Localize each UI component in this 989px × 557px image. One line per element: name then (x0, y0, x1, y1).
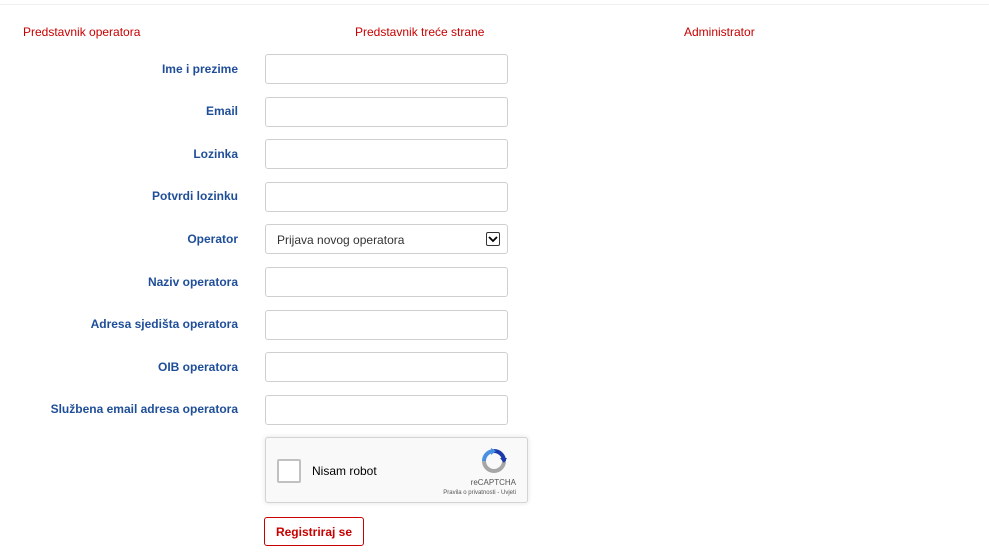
operator-email-input[interactable] (265, 395, 508, 425)
operator-email-label: Službena email adresa operatora (50, 402, 238, 416)
recaptcha-brand: reCAPTCHA (470, 478, 516, 487)
email-label: Email (205, 104, 238, 118)
operator-name-input[interactable] (265, 267, 508, 297)
operator-oib-label: OIB operatora (157, 360, 238, 374)
operator-name-label: Naziv operatora (147, 275, 238, 289)
tab-operator-representative[interactable]: Predstavnik operatora (23, 25, 140, 39)
operator-oib-input[interactable] (265, 352, 508, 382)
recaptcha-terms: Pravila o privatnosti - Uvjeti (443, 490, 516, 496)
operator-address-label: Adresa sjedišta operatora (90, 317, 238, 331)
operator-select[interactable]: Prijava novog operatora (265, 224, 508, 254)
confirm-password-label: Potvrdi lozinku (151, 189, 238, 203)
password-label: Lozinka (193, 147, 238, 161)
operator-address-input[interactable] (265, 310, 508, 340)
operator-select-value: Prijava novog operatora (277, 233, 405, 247)
chevron-down-icon (486, 232, 500, 246)
recaptcha-widget: Nisam robot reCAPTCHA Pravila o privatno… (265, 437, 528, 503)
full-name-label: Ime i prezime (161, 62, 238, 76)
email-input[interactable] (265, 97, 508, 127)
register-button[interactable]: Registriraj se (264, 517, 364, 546)
password-input[interactable] (265, 139, 508, 169)
tab-administrator[interactable]: Administrator (684, 25, 755, 39)
full-name-input[interactable] (265, 54, 508, 84)
recaptcha-terms-link[interactable]: Uvjeti (501, 490, 516, 496)
recaptcha-logo-icon (482, 448, 507, 473)
operator-label: Operator (187, 232, 238, 246)
recaptcha-label: Nisam robot (312, 464, 377, 478)
recaptcha-privacy-link[interactable]: Pravila o privatnosti (443, 490, 495, 496)
recaptcha-checkbox[interactable] (277, 459, 301, 483)
tab-third-party-representative[interactable]: Predstavnik treće strane (355, 25, 484, 39)
confirm-password-input[interactable] (265, 182, 508, 212)
top-divider (0, 4, 989, 5)
